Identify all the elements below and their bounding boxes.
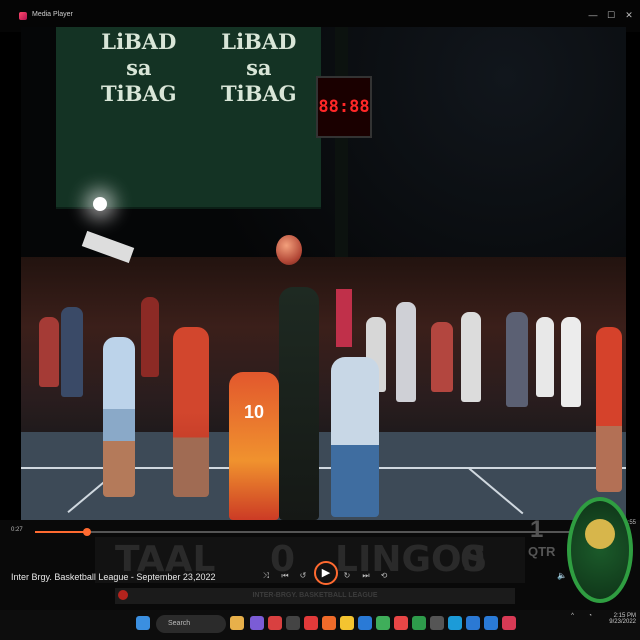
clock: 2:15 PM 9/23/2022 xyxy=(596,613,636,625)
spectator xyxy=(431,322,453,392)
spectator xyxy=(536,317,554,397)
court-line xyxy=(468,467,524,515)
window-title: Media Player xyxy=(32,11,73,18)
start-icon[interactable] xyxy=(136,616,150,630)
player-number-10: 10 xyxy=(229,372,279,520)
video-frame[interactable]: LiBAD sa TiBAG LiBAD sa TiBAG 88:88 10 xyxy=(21,27,626,520)
app-icon-office[interactable] xyxy=(304,616,318,630)
clock-date: 9/23/2022 xyxy=(609,619,636,625)
previous-icon[interactable]: ⏮ xyxy=(278,569,292,583)
minimize-button[interactable]: — xyxy=(585,8,601,22)
forward-icon[interactable]: ↻ xyxy=(340,569,354,583)
quarter-number: 1 xyxy=(530,516,544,543)
maximize-button[interactable]: ☐ xyxy=(603,8,619,22)
search-box[interactable]: Search xyxy=(156,615,226,633)
word-icon[interactable] xyxy=(466,616,480,630)
quarter-label: QTR xyxy=(528,544,556,559)
tray-chevron-icon[interactable]: ^ xyxy=(560,613,574,619)
ticker-logo-icon xyxy=(118,590,128,600)
time-elapsed: 0:27 xyxy=(11,527,23,533)
wifi-icon[interactable]: ◔ xyxy=(578,613,592,619)
banner-text-left: LiBAD sa TiBAG xyxy=(101,29,177,106)
chrome-icon[interactable] xyxy=(394,616,408,630)
pole-sign xyxy=(336,289,352,347)
spectator xyxy=(396,302,416,402)
player-controls: 0:27 0:55 TAAL 0 LINGOS 0 1 QTR Inter Br… xyxy=(0,516,640,610)
spectator xyxy=(461,312,481,402)
league-logo xyxy=(567,497,633,603)
flood-light xyxy=(93,197,107,211)
repeat-icon[interactable]: ⟲ xyxy=(377,569,391,583)
spectator xyxy=(39,317,59,387)
app-icon-gray[interactable] xyxy=(430,616,444,630)
logo-emblem xyxy=(585,519,615,549)
widgets-icon[interactable] xyxy=(230,616,244,630)
spectator xyxy=(506,312,528,407)
edge-icon[interactable] xyxy=(448,616,462,630)
basketball xyxy=(276,235,302,265)
volume-icon[interactable]: 🔈 xyxy=(555,569,569,583)
spectator xyxy=(141,297,159,377)
player-red-right xyxy=(596,327,622,492)
score-right: 0 xyxy=(460,539,486,580)
rewind-icon[interactable]: ↺ xyxy=(296,569,310,583)
banner-text-right: LiBAD sa TiBAG xyxy=(221,29,297,106)
store-icon[interactable] xyxy=(358,616,372,630)
seek-bar[interactable] xyxy=(35,528,615,536)
shuffle-icon[interactable]: ⤨ xyxy=(259,569,273,583)
banner: LiBAD sa TiBAG LiBAD sa TiBAG xyxy=(56,27,321,209)
chat-icon[interactable] xyxy=(250,616,264,630)
player-red-jersey xyxy=(173,327,209,497)
media-player-icon xyxy=(19,12,27,20)
taskbar: Search ^ ◔ 2:15 PM 9/23/2022 xyxy=(0,610,640,640)
next-icon[interactable]: ⏭ xyxy=(359,569,373,583)
app-icon-dark[interactable] xyxy=(286,616,300,630)
ticker-banner: INTER-BRGY. BASKETBALL LEAGUE xyxy=(115,588,515,604)
spectator xyxy=(61,307,83,397)
spectator xyxy=(561,317,581,407)
player-blue-jersey xyxy=(331,357,379,517)
referee xyxy=(279,287,319,520)
seek-progress xyxy=(35,531,88,533)
media-player-taskbar-icon[interactable] xyxy=(502,616,516,630)
file-explorer-icon[interactable] xyxy=(340,616,354,630)
close-button[interactable]: ✕ xyxy=(621,8,637,22)
app-icon-red[interactable] xyxy=(268,616,282,630)
video-caption: Inter Brgy. Basketball League - Septembe… xyxy=(11,572,216,582)
app-icon-blue[interactable] xyxy=(484,616,498,630)
app-icon-teal[interactable] xyxy=(412,616,426,630)
jersey-number: 10 xyxy=(243,402,265,422)
seek-thumb[interactable] xyxy=(83,528,92,536)
app-icon-green[interactable] xyxy=(376,616,390,630)
player-white-jersey xyxy=(103,337,135,497)
app-icon-orange[interactable] xyxy=(322,616,336,630)
shot-clock: 88:88 xyxy=(316,76,372,138)
play-button[interactable]: ▶ xyxy=(314,561,338,585)
